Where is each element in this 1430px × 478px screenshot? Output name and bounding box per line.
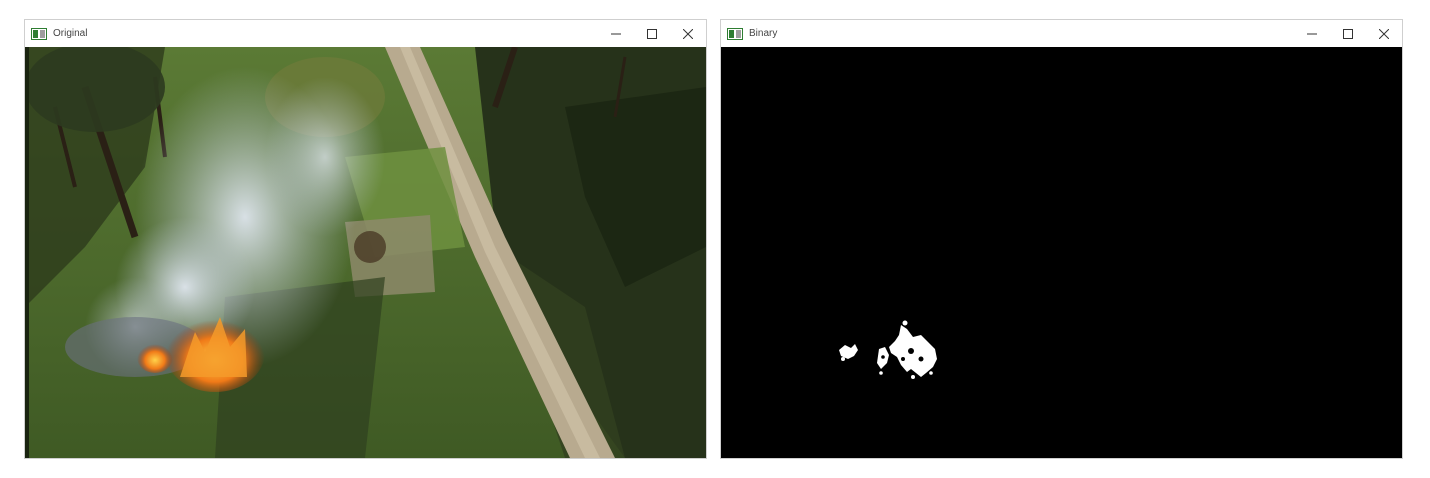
maximize-icon: [647, 28, 657, 39]
binary-image-view: [721, 47, 1402, 458]
close-icon: [683, 28, 693, 39]
original-window[interactable]: Original: [24, 19, 707, 459]
original-image-view: [25, 47, 706, 458]
opencv-window-icon: [31, 27, 47, 40]
close-icon: [1379, 28, 1389, 39]
binary-titlebar[interactable]: Binary: [721, 20, 1402, 47]
close-button[interactable]: [670, 20, 706, 47]
window-title: Original: [53, 28, 88, 39]
close-button[interactable]: [1366, 20, 1402, 47]
maximize-button[interactable]: [634, 20, 670, 47]
binary-mask-image: [721, 47, 1402, 458]
opencv-window-icon: [727, 27, 743, 40]
minimize-icon: [1307, 33, 1317, 34]
maximize-icon: [1343, 28, 1353, 39]
minimize-icon: [611, 33, 621, 34]
minimize-button[interactable]: [598, 20, 634, 47]
minimize-button[interactable]: [1294, 20, 1330, 47]
maximize-button[interactable]: [1330, 20, 1366, 47]
binary-window[interactable]: Binary: [720, 19, 1403, 459]
aerial-fire-photo: [25, 47, 706, 458]
window-title: Binary: [749, 28, 778, 39]
original-titlebar[interactable]: Original: [25, 20, 706, 47]
